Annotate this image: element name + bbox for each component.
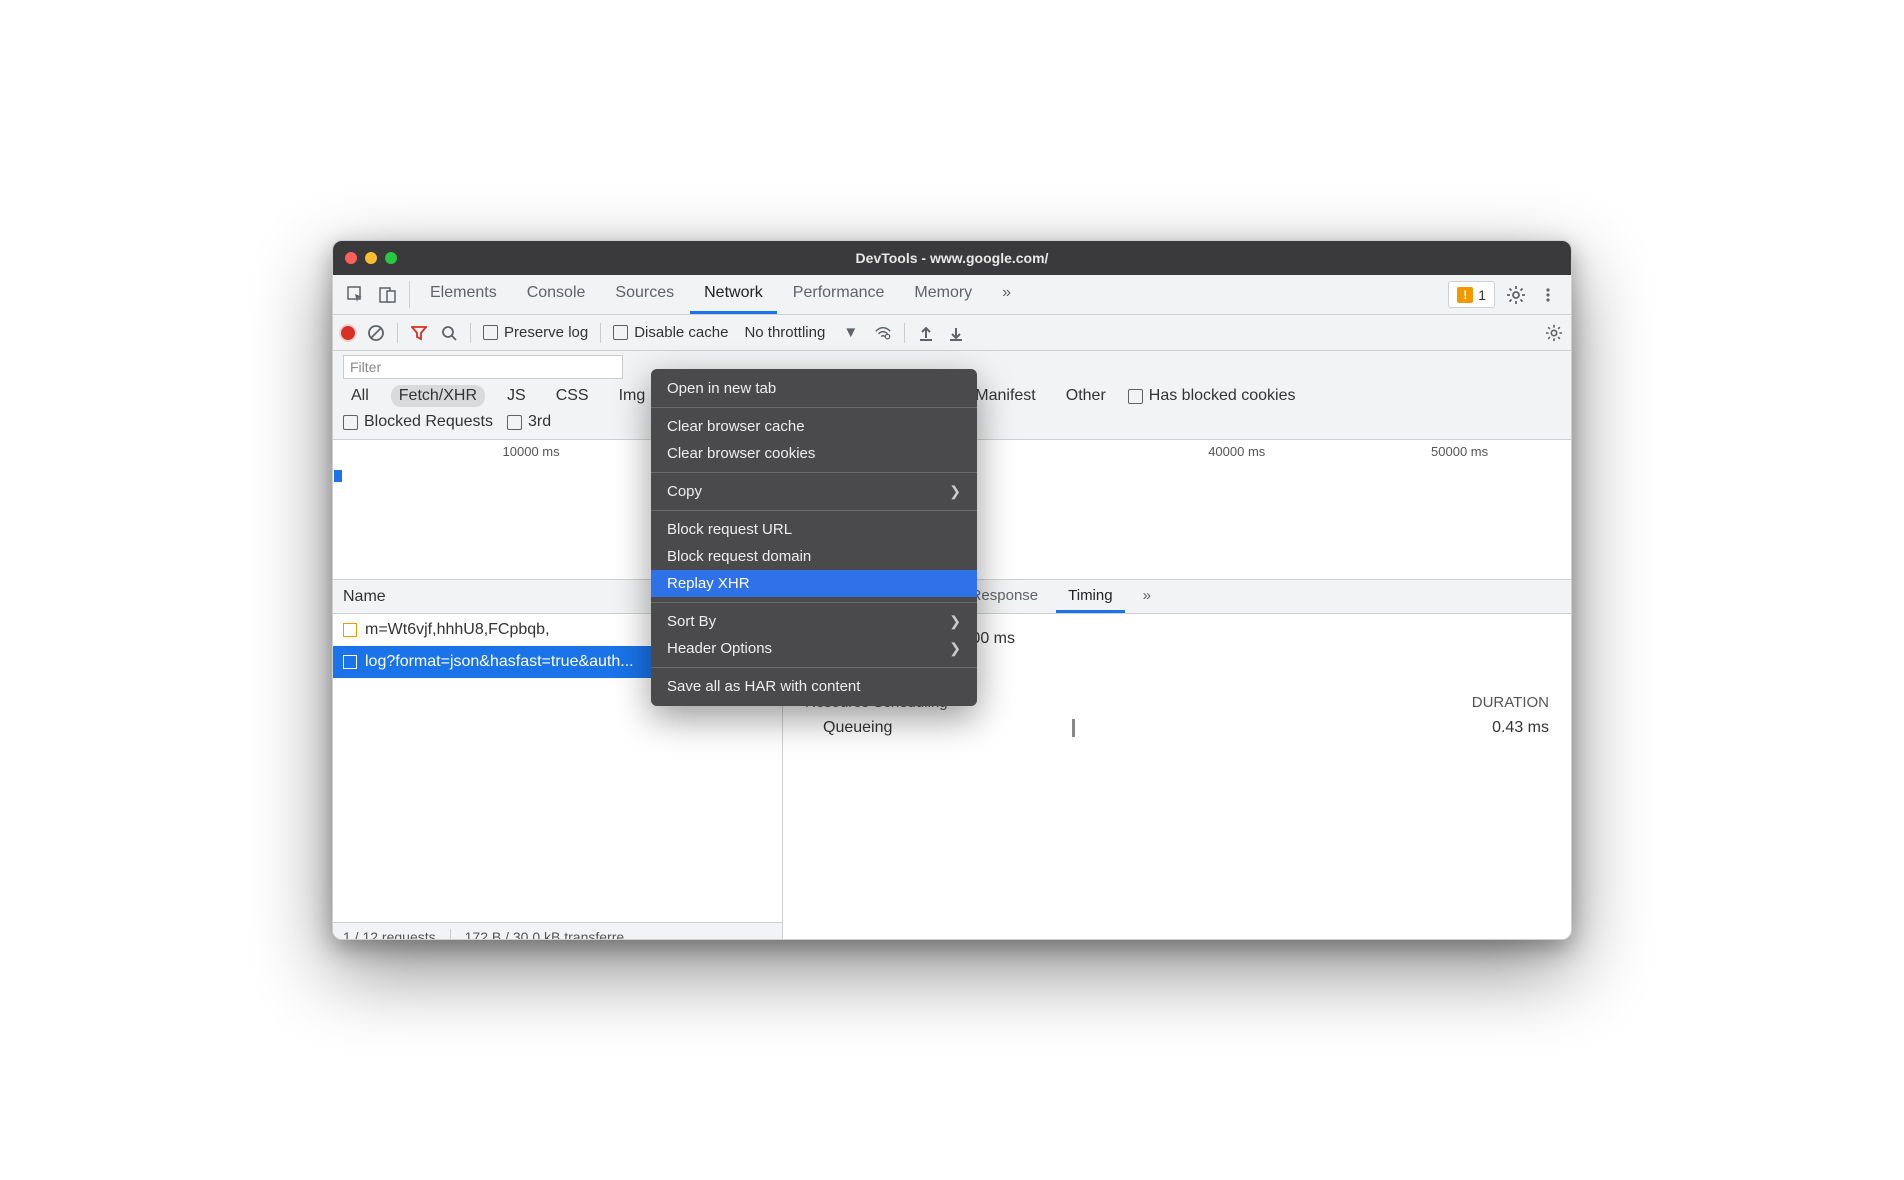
main-tabbar: Elements Console Sources Network Perform… <box>333 275 1571 315</box>
ctx-sort-by[interactable]: Sort By❯ <box>651 608 977 635</box>
chevron-right-icon: ❯ <box>949 613 961 630</box>
status-transferred: 172 B / 30.0 kB transferre <box>465 929 625 941</box>
queueing-bar <box>1072 719 1075 737</box>
ctx-clear-cookies[interactable]: Clear browser cookies <box>651 440 977 467</box>
status-bar: 1 / 12 requests 172 B / 30.0 kB transfer… <box>333 922 782 940</box>
filter-type-all[interactable]: All <box>343 385 377 407</box>
dtab-timing[interactable]: Timing <box>1056 580 1124 613</box>
queueing-value: 0.43 ms <box>1492 719 1549 737</box>
devtools-window: DevTools - www.google.com/ Elements Cons… <box>332 240 1572 940</box>
filter-type-manifest[interactable]: Manifest <box>967 385 1043 407</box>
filter-type-other[interactable]: Other <box>1058 385 1114 407</box>
record-button[interactable] <box>341 326 355 340</box>
dtab-overflow[interactable]: » <box>1131 580 1163 613</box>
titlebar: DevTools - www.google.com/ <box>333 241 1571 275</box>
chevron-right-icon: ❯ <box>949 483 961 500</box>
issues-count: 1 <box>1478 287 1486 303</box>
ctx-replay-xhr[interactable]: Replay XHR <box>651 570 977 597</box>
window-title: DevTools - www.google.com/ <box>333 250 1571 266</box>
tab-sources[interactable]: Sources <box>601 275 688 314</box>
ctx-save-har[interactable]: Save all as HAR with content <box>651 673 977 700</box>
filter-type-js[interactable]: JS <box>499 385 534 407</box>
ctx-copy[interactable]: Copy❯ <box>651 478 977 505</box>
tab-performance[interactable]: Performance <box>779 275 899 314</box>
upload-har-icon[interactable] <box>917 324 935 342</box>
settings-icon[interactable] <box>1501 275 1531 314</box>
timeline-marker <box>334 470 342 482</box>
warning-icon: ! <box>1457 287 1473 303</box>
device-toolbar-icon[interactable] <box>373 275 403 314</box>
timeline-tick: 10000 ms <box>503 444 560 459</box>
throttling-select[interactable]: No throttling▼ <box>740 324 862 341</box>
request-name: m=Wt6vjf,hhhU8,FCpbqb, <box>365 621 550 639</box>
clear-icon[interactable] <box>367 324 385 342</box>
duration-header: DURATION <box>1472 694 1549 711</box>
filter-type-css[interactable]: CSS <box>548 385 597 407</box>
download-har-icon[interactable] <box>947 324 965 342</box>
status-requests-count: 1 / 12 requests <box>343 929 436 941</box>
queueing-label: Queueing <box>823 719 892 737</box>
close-window-button[interactable] <box>345 252 357 264</box>
chevron-right-icon: ❯ <box>949 640 961 657</box>
ctx-block-url[interactable]: Block request URL <box>651 516 977 543</box>
tabs-overflow[interactable]: » <box>988 275 1025 314</box>
ctx-header-options[interactable]: Header Options❯ <box>651 635 977 662</box>
network-settings-icon[interactable] <box>1545 324 1563 342</box>
more-menu-icon[interactable] <box>1533 275 1563 314</box>
blocked-requests-checkbox[interactable]: Blocked Requests <box>343 413 493 431</box>
tab-memory[interactable]: Memory <box>900 275 986 314</box>
tab-elements[interactable]: Elements <box>416 275 511 314</box>
ctx-clear-cache[interactable]: Clear browser cache <box>651 413 977 440</box>
traffic-lights <box>345 252 397 264</box>
filter-type-img[interactable]: Img <box>611 385 654 407</box>
disable-cache-checkbox[interactable]: Disable cache <box>613 324 728 341</box>
maximize-window-button[interactable] <box>385 252 397 264</box>
request-name: log?format=json&hasfast=true&auth... <box>365 653 634 671</box>
filter-input[interactable]: Filter <box>343 355 623 379</box>
issues-badge[interactable]: ! 1 <box>1448 281 1495 308</box>
tab-network[interactable]: Network <box>690 275 777 314</box>
filter-type-fetch-xhr[interactable]: Fetch/XHR <box>391 385 485 407</box>
timeline-tick: 40000 ms <box>1208 444 1265 459</box>
context-menu: Open in new tab Clear browser cache Clea… <box>651 369 977 706</box>
network-toolbar: Preserve log Disable cache No throttling… <box>333 315 1571 351</box>
preserve-log-checkbox[interactable]: Preserve log <box>483 324 588 341</box>
search-icon[interactable] <box>440 324 458 342</box>
xhr-icon <box>343 623 357 637</box>
tab-console[interactable]: Console <box>513 275 600 314</box>
has-blocked-cookies-checkbox[interactable]: Has blocked cookies <box>1128 387 1296 405</box>
third-party-checkbox[interactable]: 3rd <box>507 413 551 431</box>
filter-icon[interactable] <box>410 324 428 342</box>
timeline-tick: 50000 ms <box>1431 444 1488 459</box>
inspect-element-icon[interactable] <box>341 275 371 314</box>
minimize-window-button[interactable] <box>365 252 377 264</box>
ctx-open-new-tab[interactable]: Open in new tab <box>651 375 977 402</box>
xhr-icon <box>343 655 357 669</box>
network-conditions-icon[interactable] <box>874 324 892 342</box>
ctx-block-domain[interactable]: Block request domain <box>651 543 977 570</box>
